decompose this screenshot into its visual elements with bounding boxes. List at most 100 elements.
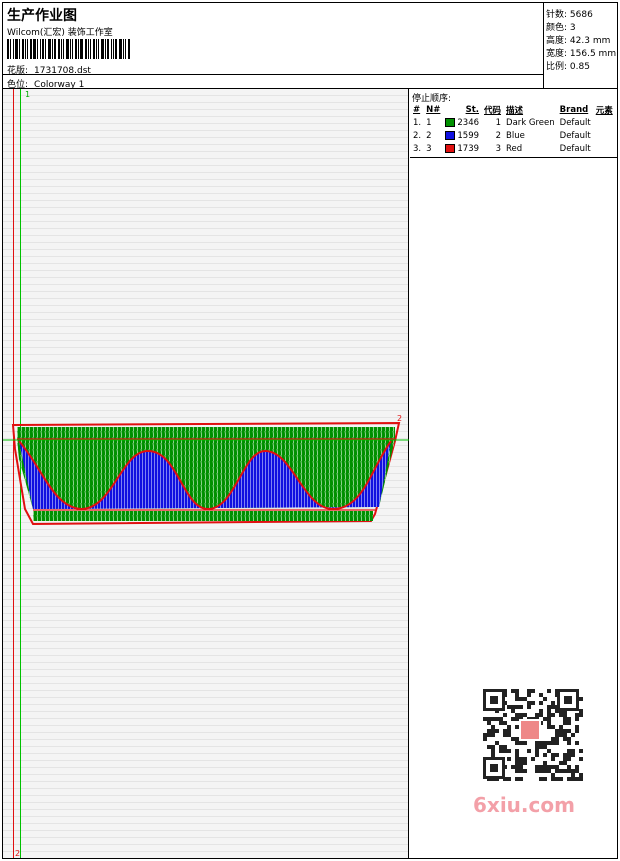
qr-module bbox=[579, 773, 583, 777]
qr-module bbox=[491, 749, 495, 753]
col-desc: 描述 bbox=[506, 105, 524, 116]
qr-module bbox=[515, 697, 519, 701]
qr-module bbox=[547, 705, 551, 709]
qr-module bbox=[563, 729, 567, 733]
watermark-logo: 6xiu.com bbox=[473, 793, 575, 817]
qr-module bbox=[575, 725, 579, 729]
qr-module bbox=[547, 709, 551, 713]
barcode-bar bbox=[78, 39, 79, 59]
qr-module bbox=[563, 761, 567, 765]
qr-module bbox=[490, 764, 498, 772]
qr-module bbox=[579, 709, 583, 713]
barcode-bar bbox=[10, 39, 11, 59]
qr-module bbox=[515, 717, 519, 721]
qr-module bbox=[499, 721, 503, 725]
qr-module bbox=[547, 725, 551, 729]
studio-name: Wilcom(汇宏) 装饰工作室 bbox=[7, 28, 113, 38]
qr-module bbox=[499, 749, 503, 753]
col-element: 元素 bbox=[595, 105, 613, 116]
stitch-count: 1739 bbox=[457, 143, 480, 154]
qr-module bbox=[539, 693, 543, 697]
barcode-bar bbox=[27, 39, 28, 59]
qr-module bbox=[555, 769, 559, 773]
qr-module bbox=[563, 717, 567, 721]
qr-module bbox=[551, 773, 555, 777]
qr-module bbox=[559, 729, 563, 733]
qr-module bbox=[543, 769, 547, 773]
qr-module bbox=[503, 745, 507, 749]
qr-module bbox=[575, 729, 579, 733]
qr-module bbox=[563, 769, 567, 773]
qr-module bbox=[567, 765, 571, 769]
qr-module bbox=[567, 717, 571, 721]
qr-module bbox=[515, 713, 519, 717]
qr-module bbox=[539, 769, 543, 773]
barcode-bar bbox=[19, 39, 20, 59]
barcode-bar bbox=[98, 39, 99, 59]
qr-module bbox=[515, 761, 519, 765]
qr-module bbox=[579, 697, 583, 701]
qr-module bbox=[567, 721, 571, 725]
qr-module bbox=[503, 713, 507, 717]
qr-module bbox=[507, 749, 511, 753]
barcode-bar bbox=[105, 39, 106, 59]
qr-module bbox=[571, 769, 575, 773]
qr-module bbox=[551, 741, 555, 745]
barcode-bar bbox=[107, 39, 109, 59]
barcode-bar bbox=[113, 39, 114, 59]
qr-module bbox=[535, 713, 539, 717]
barcode-bar bbox=[72, 39, 73, 59]
qr-module bbox=[539, 745, 543, 749]
qr-module bbox=[571, 733, 575, 737]
stat-colors-label: 颜色: bbox=[546, 23, 568, 33]
qr-module bbox=[527, 701, 531, 705]
qr-module bbox=[515, 725, 519, 729]
barcode-bar bbox=[125, 39, 126, 59]
qr-module bbox=[535, 753, 539, 757]
stat-scale: 比例: 0.85 bbox=[546, 59, 590, 72]
stat-width-label: 宽度: bbox=[546, 49, 568, 59]
color-swatch bbox=[445, 143, 456, 153]
qr-module bbox=[491, 729, 495, 733]
qr-module bbox=[495, 741, 499, 745]
qr-module bbox=[551, 705, 555, 709]
qr-module bbox=[515, 705, 519, 709]
color-row: 2. 2 1599 2 Blue Default bbox=[411, 129, 616, 142]
embroidery-design bbox=[3, 421, 409, 526]
barcode-bar bbox=[37, 39, 38, 59]
page-title: 生产作业图 bbox=[7, 8, 77, 24]
qr-module bbox=[519, 777, 523, 781]
barcode-bar bbox=[25, 39, 26, 59]
qr-module bbox=[535, 741, 539, 745]
row-stitches: 1739 bbox=[443, 142, 482, 155]
row-description: Dark Green bbox=[506, 117, 555, 128]
qr-module bbox=[515, 737, 519, 741]
stat-stitches-label: 针数: bbox=[546, 10, 568, 20]
color-row: 3. 3 1739 3 Red Default bbox=[411, 142, 616, 155]
qr-module bbox=[507, 757, 511, 761]
barcode-bar bbox=[15, 39, 18, 59]
qr-module bbox=[511, 765, 515, 769]
stitch-count: 1599 bbox=[457, 130, 480, 141]
barcode-bar bbox=[70, 39, 71, 59]
qr-module bbox=[547, 765, 551, 769]
qr-module bbox=[519, 741, 523, 745]
barcode-bar bbox=[80, 39, 83, 59]
stat-height-label: 高度: bbox=[546, 36, 568, 46]
qr-module bbox=[531, 757, 535, 761]
qr-module bbox=[515, 741, 519, 745]
qr-module bbox=[555, 765, 559, 769]
row-code: 2 bbox=[495, 130, 502, 141]
qr-module bbox=[571, 749, 575, 753]
qr-module bbox=[503, 721, 507, 725]
row-element bbox=[594, 116, 616, 129]
barcode-bar bbox=[90, 39, 91, 59]
color-table-header: # N# St. 代码 描述 Brand 元素 bbox=[411, 103, 616, 116]
qr-module bbox=[567, 741, 571, 745]
qr-module bbox=[515, 777, 519, 781]
qr-module bbox=[579, 777, 583, 781]
qr-module bbox=[567, 777, 571, 781]
qr-module bbox=[515, 765, 519, 769]
col-hash: # bbox=[413, 104, 421, 115]
qr-module bbox=[575, 741, 579, 745]
